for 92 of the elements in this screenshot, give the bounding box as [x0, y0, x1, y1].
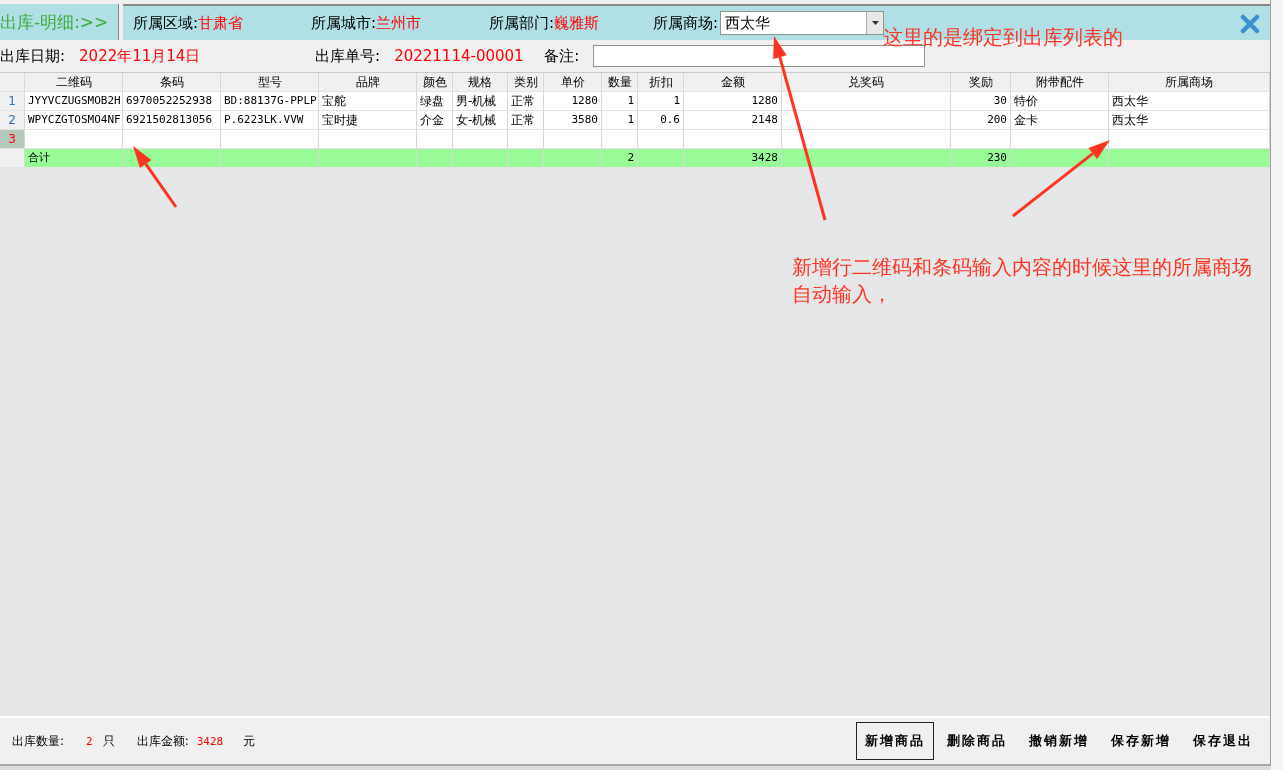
- table-cell: 女-机械: [453, 111, 508, 130]
- table-cell: 2: [602, 149, 638, 168]
- table-cell: 1: [638, 92, 684, 111]
- table-cell: 男-机械: [453, 92, 508, 111]
- table-cell: 1280: [684, 92, 782, 111]
- table-cell: 宝时捷: [319, 111, 417, 130]
- field-value: 兰州市: [376, 13, 422, 33]
- table-cell: 宝舵: [319, 92, 417, 111]
- table-cell: 特价: [1011, 92, 1109, 111]
- table-cell: 30: [951, 92, 1011, 111]
- table-cell: 西太华: [1109, 111, 1270, 130]
- field-value: 20221114-00001: [394, 47, 525, 65]
- summary-label: 出库金额:: [136, 732, 189, 750]
- column-header[interactable]: 金额: [684, 73, 782, 92]
- table-cell: 230: [951, 149, 1011, 168]
- column-header[interactable]: 品牌: [319, 73, 417, 92]
- table-cell: 200: [951, 111, 1011, 130]
- table-cell: 正常: [508, 111, 544, 130]
- table-cell: 1280: [544, 92, 602, 111]
- table-cell: 3428: [684, 149, 782, 168]
- summary-value: 2: [86, 734, 93, 748]
- action-button[interactable]: 撤销新增: [1020, 722, 1098, 760]
- annotation-arrow: [133, 146, 178, 208]
- mall-dropdown[interactable]: 西太华: [720, 11, 885, 35]
- table-cell: 1: [602, 92, 638, 111]
- table-cell: [638, 130, 684, 149]
- field-value: 巍雅斯: [554, 13, 600, 33]
- column-header[interactable]: 兑奖码: [782, 73, 951, 92]
- column-header[interactable]: 数量: [602, 73, 638, 92]
- summary-value: 3428: [196, 734, 224, 748]
- table-cell: 6921502813056: [123, 111, 221, 130]
- column-header[interactable]: 附带配件: [1011, 73, 1109, 92]
- table-cell: [453, 130, 508, 149]
- table-cell: 介金: [417, 111, 453, 130]
- column-header[interactable]: 条码: [123, 73, 221, 92]
- field-label: 所属区域:: [133, 13, 199, 33]
- table-cell: [417, 130, 453, 149]
- annotation-text: 新增行二维码和条码输入内容的时候这里的所属商场自动输入，: [792, 254, 1253, 308]
- summary-label: 出库数量:: [12, 732, 65, 750]
- row-number[interactable]: 1: [0, 92, 25, 111]
- dropdown-arrow-icon: [871, 21, 879, 25]
- unit-label: 元: [243, 732, 256, 750]
- action-button[interactable]: 保存新增: [1102, 722, 1180, 760]
- field-label: 备注:: [544, 46, 580, 66]
- table-cell: [638, 149, 684, 168]
- column-header[interactable]: 单价: [544, 73, 602, 92]
- column-header[interactable]: 所属商场: [1109, 73, 1270, 92]
- column-header[interactable]: 类别: [508, 73, 544, 92]
- column-header[interactable]: 颜色: [417, 73, 453, 92]
- annotation-text: 这里的是绑定到出库列表的: [883, 24, 1123, 51]
- table-cell: [544, 149, 602, 168]
- table-cell: [508, 149, 544, 168]
- table-cell: 正常: [508, 92, 544, 111]
- field-label: 出库日期:: [0, 46, 66, 66]
- table-cell: JYYVCZUGSMOB2H: [25, 92, 123, 111]
- table-cell: 0.6: [638, 111, 684, 130]
- field-label: 出库单号:: [315, 46, 381, 66]
- table-cell: P.6223LK.VVW: [221, 111, 319, 130]
- action-button[interactable]: 新增商品: [856, 722, 934, 760]
- action-button[interactable]: 删除商品: [938, 722, 1016, 760]
- table-cell: 金卡: [1011, 111, 1109, 130]
- action-button[interactable]: 保存退出: [1184, 722, 1262, 760]
- column-header[interactable]: 折扣: [638, 73, 684, 92]
- note-field[interactable]: [593, 45, 926, 67]
- column-header[interactable]: 型号: [221, 73, 319, 92]
- table-cell: [417, 149, 453, 168]
- table-cell: 1: [602, 111, 638, 130]
- row-number[interactable]: 2: [0, 111, 25, 130]
- column-header[interactable]: 奖励: [951, 73, 1011, 92]
- column-header[interactable]: 规格: [453, 73, 508, 92]
- table-cell: [508, 130, 544, 149]
- table-cell: 绿盘: [417, 92, 453, 111]
- table-cell: WPYCZGTOSMO4NF: [25, 111, 123, 130]
- table-cell: 2148: [684, 111, 782, 130]
- table-cell: 3580: [544, 111, 602, 130]
- window-title: 出库-明细:>>: [0, 4, 119, 40]
- column-header[interactable]: 二维码: [25, 73, 123, 92]
- table-cell: BD:88137G-PPLP: [221, 92, 319, 111]
- field-value: 2022年11月14日: [79, 46, 202, 66]
- table-cell: [951, 130, 1011, 149]
- field-label: 所属城市:: [311, 13, 377, 33]
- table-cell: [544, 130, 602, 149]
- field-label: 所属商场:: [653, 13, 719, 33]
- table-cell: 6970052252938: [123, 92, 221, 111]
- unit-label: 只: [102, 732, 115, 750]
- table-cell: 西太华: [1109, 92, 1270, 111]
- close-icon[interactable]: [1240, 14, 1260, 34]
- table-cell: 合计: [25, 149, 123, 168]
- field-label: 所属部门:: [489, 13, 555, 33]
- field-value: 甘肃省: [198, 13, 244, 33]
- table-cell: [453, 149, 508, 168]
- table-cell: [602, 130, 638, 149]
